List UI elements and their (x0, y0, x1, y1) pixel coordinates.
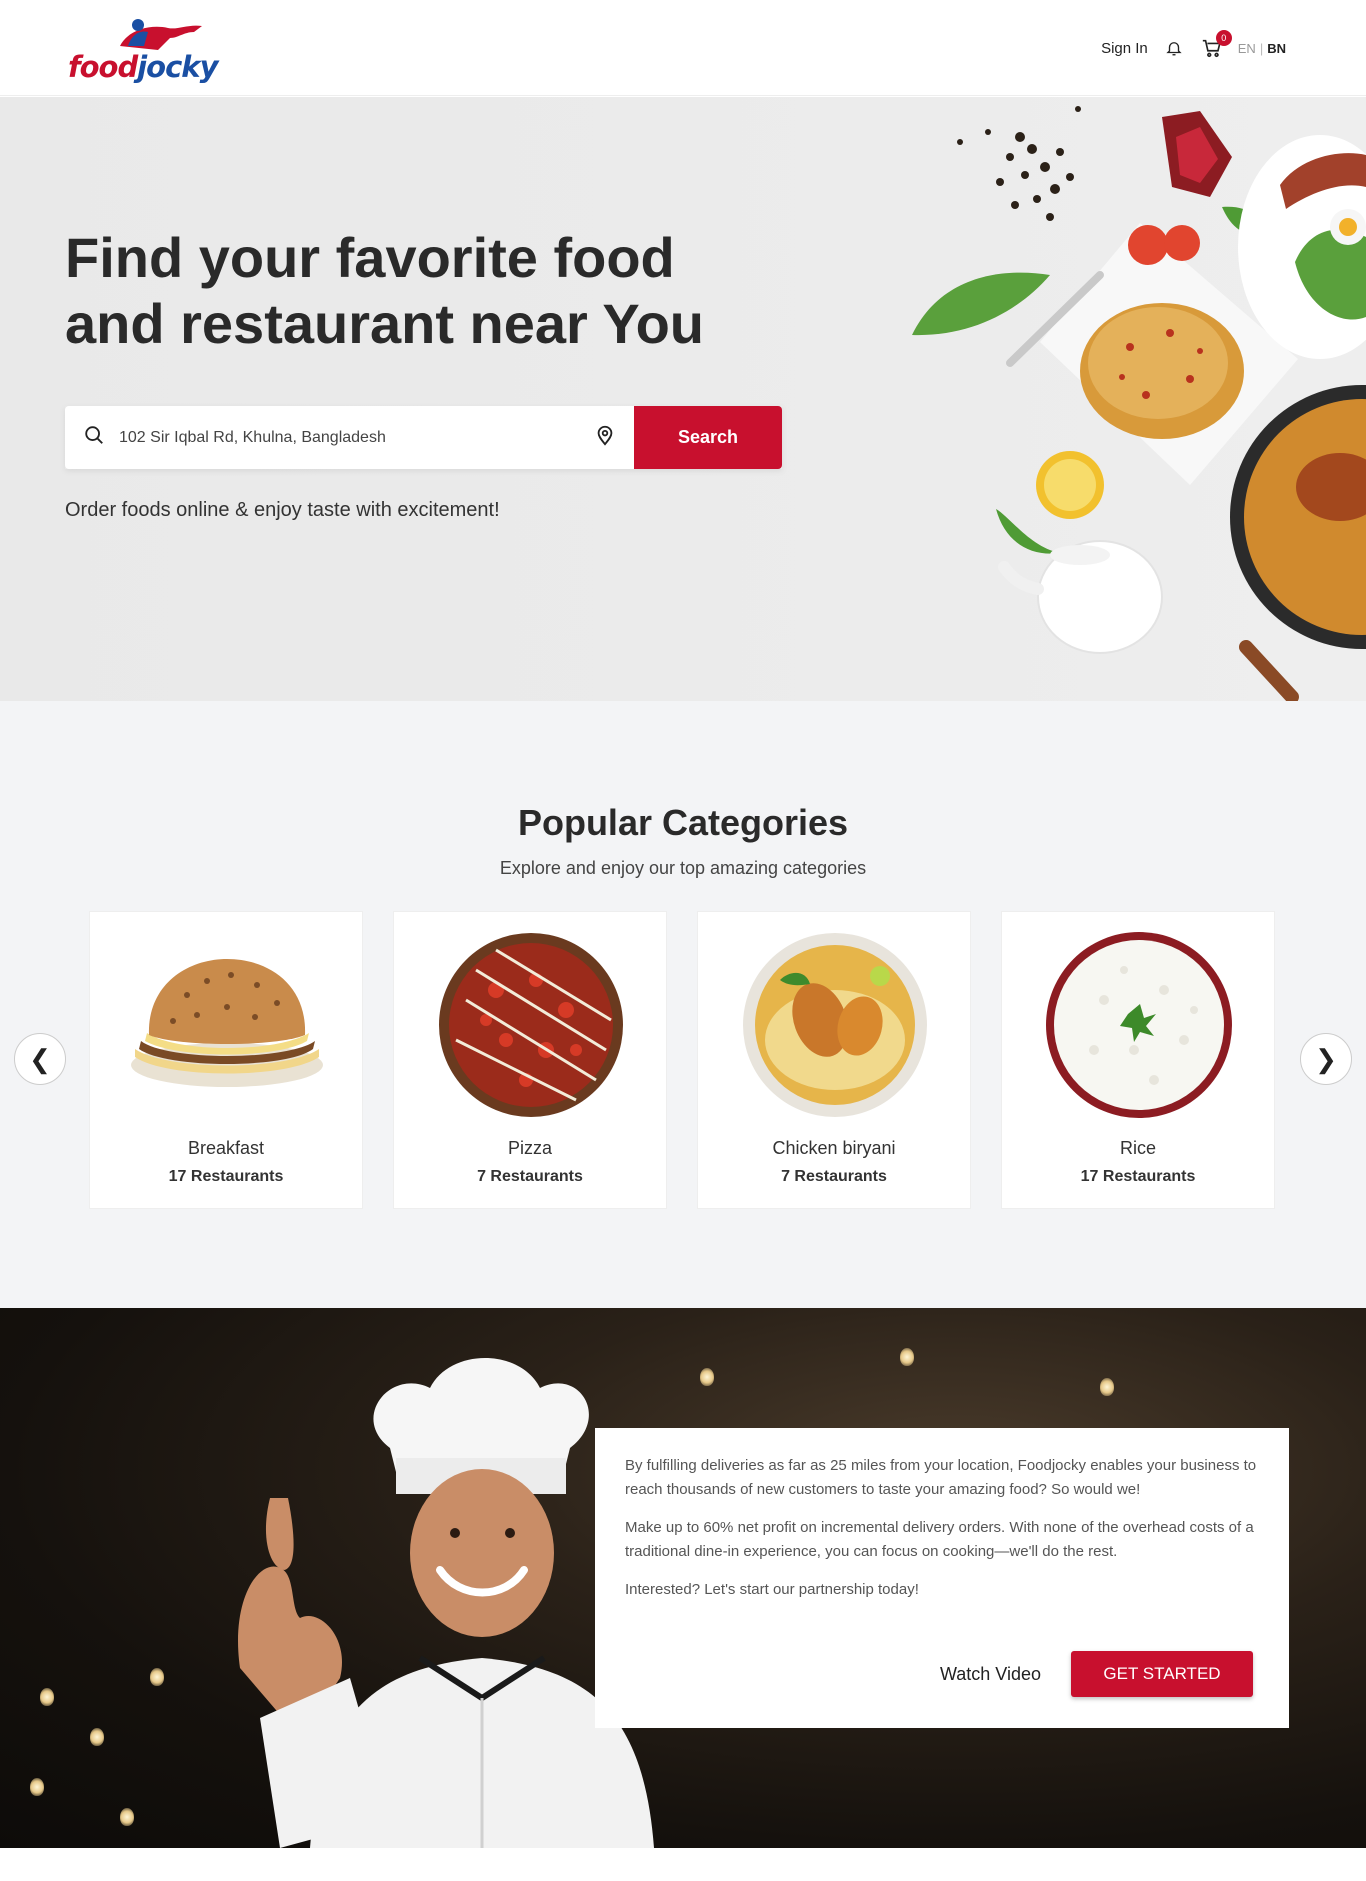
bulb-light (30, 1778, 44, 1796)
chevron-right-icon: ❯ (1315, 1043, 1337, 1074)
bulb-light (90, 1728, 104, 1746)
bulb-light (1100, 1378, 1114, 1396)
carousel-next-button[interactable]: ❯ (1300, 1033, 1352, 1085)
burger-image (127, 930, 327, 1120)
category-restaurant-count: 17 Restaurants (1080, 1168, 1196, 1185)
popular-categories-section: Popular Categories Explore and enjoy our… (0, 701, 1366, 1308)
jockey-horse-icon (120, 19, 202, 50)
header-nav: Sign In 0 EN | BN (1101, 28, 1286, 68)
search-box (65, 406, 634, 469)
carousel-prev-button[interactable]: ❮ (14, 1033, 66, 1085)
hero-food-illustration (912, 106, 1366, 701)
hero-section: Find your favorite food and restaurant n… (0, 97, 1366, 701)
cart-icon[interactable]: 0 (1200, 30, 1232, 60)
category-name: Rice (1119, 1138, 1156, 1158)
partner-info-card: By fulfilling deliveries as far as 25 mi… (595, 1428, 1289, 1728)
partner-paragraph-3: Interested? Let's start our partnership … (625, 1581, 919, 1598)
hero-title: Find your favorite food and restaurant n… (65, 226, 704, 355)
page-bottom-strip (0, 1848, 1366, 1881)
cart-count-badge: 0 (1215, 30, 1232, 46)
search-button[interactable]: Search (634, 406, 782, 469)
lang-separator: | (1259, 40, 1264, 56)
category-name: Chicken biryani (772, 1138, 896, 1158)
category-name: Pizza (507, 1138, 552, 1158)
partner-section: By fulfilling deliveries as far as 25 mi… (0, 1308, 1366, 1848)
lang-en[interactable]: EN (1238, 41, 1256, 56)
rice-image (1039, 930, 1239, 1120)
category-card-breakfast[interactable]: Breakfast 17 Restaurants (89, 911, 363, 1209)
location-input[interactable] (119, 428, 594, 447)
bulb-light (150, 1668, 164, 1686)
category-card-chicken-biryani[interactable]: Chicken biryani 7 Restaurants (697, 911, 971, 1209)
logo-wordmark: foodjocky (68, 50, 218, 84)
bulb-light (40, 1688, 54, 1706)
lang-bn[interactable]: BN (1267, 41, 1286, 56)
category-restaurant-count: 17 Restaurants (168, 1168, 284, 1185)
location-pin-icon[interactable] (594, 424, 616, 451)
category-card-rice[interactable]: Rice 17 Restaurants (1001, 911, 1275, 1209)
category-name: Breakfast (187, 1138, 265, 1158)
bulb-light (900, 1348, 914, 1366)
get-started-button[interactable]: GET STARTED (1071, 1651, 1253, 1697)
watch-video-link[interactable]: Watch Video (940, 1664, 1041, 1685)
categories-title: Popular Categories (517, 802, 849, 843)
partner-paragraph-2: Make up to 60% net profit on incremental… (625, 1519, 1254, 1560)
language-switcher: EN | BN (1238, 41, 1286, 56)
bulb-light (120, 1808, 134, 1826)
chevron-left-icon: ❮ (29, 1043, 51, 1074)
category-card-pizza[interactable]: Pizza 7 Restaurants (393, 911, 667, 1209)
category-restaurant-count: 7 Restaurants (477, 1168, 583, 1185)
location-search: Search (65, 406, 782, 469)
bell-icon[interactable] (1162, 36, 1186, 60)
partner-actions: Watch Video GET STARTED (940, 1651, 1253, 1697)
pizza-image (431, 930, 631, 1120)
biryani-image (735, 930, 935, 1120)
search-icon (83, 424, 105, 451)
category-restaurant-count: 7 Restaurants (781, 1168, 887, 1185)
categories-subtitle: Explore and enjoy our top amazing catego… (499, 858, 867, 878)
hero-subtitle: Order foods online & enjoy taste with ex… (65, 499, 500, 521)
partner-paragraph-1: By fulfilling deliveries as far as 25 mi… (625, 1457, 1257, 1498)
foodjocky-logo[interactable]: foodjocky (68, 16, 222, 88)
site-header: foodjocky Sign In 0 EN | BN (0, 0, 1366, 96)
sign-in-link[interactable]: Sign In (1101, 40, 1148, 57)
